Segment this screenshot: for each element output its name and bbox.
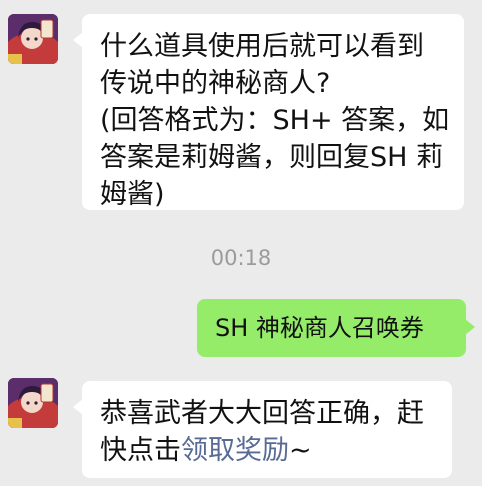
message-text: 快点击 — [100, 435, 181, 466]
bot-message-reward[interactable]: 恭喜武者大大回答正确，赶 快点击领取奖励~ — [73, 381, 452, 478]
message-line: 快点击领取奖励~ — [100, 432, 434, 469]
message-line: 什么道具使用后就可以看到 — [100, 31, 424, 62]
user-message-answer[interactable]: SH 神秘商人召唤券 — [197, 299, 475, 357]
message-line: 姆酱) — [100, 179, 165, 210]
avatar-image — [8, 14, 58, 64]
bot-avatar[interactable] — [8, 378, 58, 428]
message-line: (回答格式为：SH+ 答案，如 — [100, 105, 450, 136]
message-line: 答案是莉姆酱，则回复SH 莉 — [100, 142, 444, 173]
avatar-image — [8, 378, 58, 428]
message-text: ~ — [289, 435, 312, 466]
bot-avatar[interactable] — [8, 14, 58, 64]
message-timestamp: 00:18 — [210, 246, 272, 270]
message-line: 恭喜武者大大回答正确，赶 — [100, 398, 424, 429]
bot-message-quiz[interactable]: 什么道具使用后就可以看到 传说中的神秘商人? (回答格式为：SH+ 答案，如 答… — [73, 14, 464, 210]
claim-reward-link[interactable]: 领取奖励 — [181, 435, 289, 466]
message-line: 传说中的神秘商人? — [100, 68, 331, 99]
